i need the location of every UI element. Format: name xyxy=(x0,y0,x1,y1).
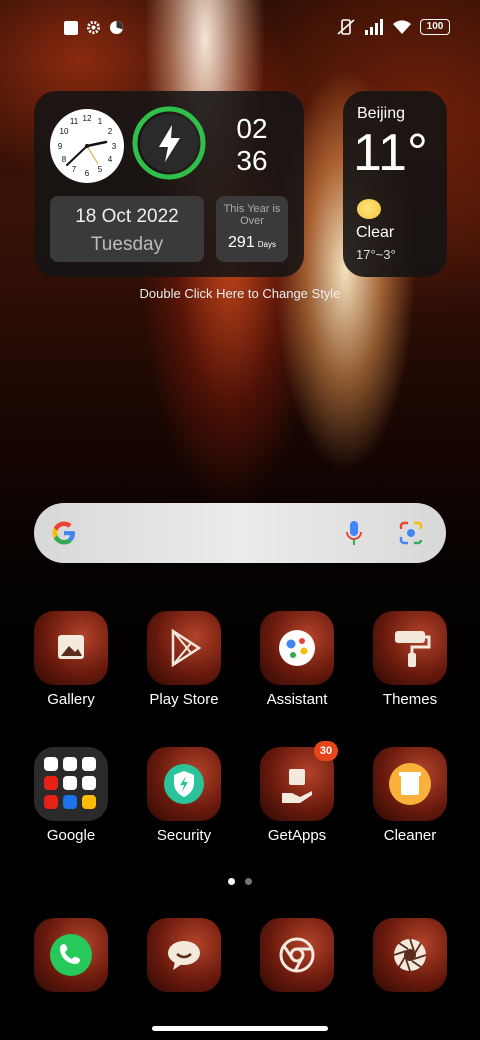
google-mini-icon xyxy=(44,757,58,771)
svg-text:5: 5 xyxy=(98,165,103,174)
clock-widget[interactable]: 12 1 2 345 678 9 10 11 02 36 18 Oct 2022 Tue… xyxy=(34,91,304,277)
svg-text:7: 7 xyxy=(72,165,77,174)
status-left-icons xyxy=(64,20,124,35)
page-dot-active[interactable] xyxy=(228,878,235,885)
weekday-text: Tuesday xyxy=(90,234,164,255)
weather-condition: Clear xyxy=(356,224,395,241)
date-box: 18 Oct 2022 Tuesday xyxy=(50,196,204,262)
gmail-mini-icon xyxy=(63,757,77,771)
gallery-icon xyxy=(34,611,108,685)
svg-text:3: 3 xyxy=(112,142,117,151)
status-bar: 100 xyxy=(0,14,480,42)
svg-text:4: 4 xyxy=(108,155,113,164)
status-right-icons: 100 xyxy=(336,18,450,36)
app-label: Gallery xyxy=(47,691,95,708)
svg-text:6: 6 xyxy=(85,169,90,178)
charging-ring xyxy=(132,106,206,180)
signal-icon xyxy=(365,19,383,35)
app-play-store[interactable]: Play Store xyxy=(134,611,234,708)
svg-text:1: 1 xyxy=(98,117,103,126)
dock-camera[interactable] xyxy=(360,918,460,992)
notification-badge: 30 xyxy=(314,741,338,761)
gear-icon xyxy=(86,20,101,35)
microphone-icon[interactable] xyxy=(344,519,364,547)
app-gallery[interactable]: Gallery xyxy=(21,611,121,708)
app-security[interactable]: Security xyxy=(134,747,234,844)
app-getapps[interactable]: 30 GetApps xyxy=(247,741,347,844)
dock-phone[interactable] xyxy=(21,918,121,992)
dock-messages[interactable] xyxy=(134,918,234,992)
days-remaining: 291 Days xyxy=(216,234,288,252)
cleaner-icon xyxy=(373,747,447,821)
app-label: Cleaner xyxy=(383,827,437,844)
google-folder-icon xyxy=(34,747,108,821)
date-text: 18 Oct 2022 xyxy=(75,206,179,227)
widget-hint-text[interactable]: Double Click Here to Change Style xyxy=(0,286,480,301)
app-label: Themes xyxy=(382,691,438,708)
weather-widget[interactable]: Beijing 11° Clear 17°~3° xyxy=(343,91,447,277)
svg-text:11: 11 xyxy=(70,117,79,126)
svg-text:9: 9 xyxy=(58,142,63,151)
svg-text:8: 8 xyxy=(62,155,67,164)
maps-mini-icon xyxy=(82,757,96,771)
google-search-bar[interactable] xyxy=(34,503,446,563)
youtube-mini-icon xyxy=(44,776,58,790)
app-label: Play Store xyxy=(149,691,219,708)
svg-text:12: 12 xyxy=(83,114,92,123)
app-label: Security xyxy=(156,827,212,844)
pie-icon xyxy=(109,20,124,35)
app-google-folder[interactable]: Google xyxy=(21,747,121,844)
year-progress-box: This Year is Over 291 Days xyxy=(216,196,288,262)
hour-text: 02 xyxy=(236,113,268,144)
messages-icon xyxy=(147,918,221,992)
weather-temperature: 11° xyxy=(353,124,428,182)
chrome-mini-icon xyxy=(82,795,96,809)
days-number: 291 xyxy=(228,234,255,251)
chrome-icon xyxy=(260,918,334,992)
ytmusic-mini-icon xyxy=(44,795,58,809)
year-label: This Year is Over xyxy=(223,203,281,227)
duo-mini-icon xyxy=(63,795,77,809)
google-logo-icon xyxy=(52,521,75,545)
weather-city: Beijing xyxy=(357,105,406,122)
app-assistant[interactable]: Assistant xyxy=(247,611,347,708)
battery-indicator: 100 xyxy=(420,19,450,35)
app-themes[interactable]: Themes xyxy=(360,611,460,708)
app-label: Assistant xyxy=(266,691,328,708)
home-indicator[interactable] xyxy=(152,1026,328,1031)
vibrate-off-icon xyxy=(337,19,355,35)
themes-icon xyxy=(373,611,447,685)
app-label: GetApps xyxy=(267,827,327,844)
dock-browser[interactable] xyxy=(247,918,347,992)
days-unit: Days xyxy=(257,240,276,249)
app-label: Google xyxy=(46,827,96,844)
svg-text:10: 10 xyxy=(60,127,69,136)
page-dot[interactable] xyxy=(245,878,252,885)
photos-mini-icon xyxy=(82,776,96,790)
getapps-icon: 30 xyxy=(260,741,338,821)
security-icon xyxy=(147,747,221,821)
sun-icon xyxy=(357,199,381,219)
google-lens-icon[interactable] xyxy=(398,520,424,546)
page-indicator[interactable] xyxy=(0,878,480,885)
svg-text:2: 2 xyxy=(108,127,113,136)
phone-icon xyxy=(34,918,108,992)
wifi-icon xyxy=(393,20,411,34)
digital-time: 02 36 xyxy=(230,113,274,177)
camera-icon xyxy=(373,918,447,992)
analog-clock: 12 12 345 678 91011 xyxy=(50,109,124,183)
assistant-icon xyxy=(260,611,334,685)
minute-text: 36 xyxy=(236,145,268,176)
drive-mini-icon xyxy=(63,776,77,790)
weather-range: 17°~3° xyxy=(356,247,396,262)
notification-square-icon xyxy=(64,20,78,35)
play-store-icon xyxy=(147,611,221,685)
app-cleaner[interactable]: Cleaner xyxy=(360,747,460,844)
